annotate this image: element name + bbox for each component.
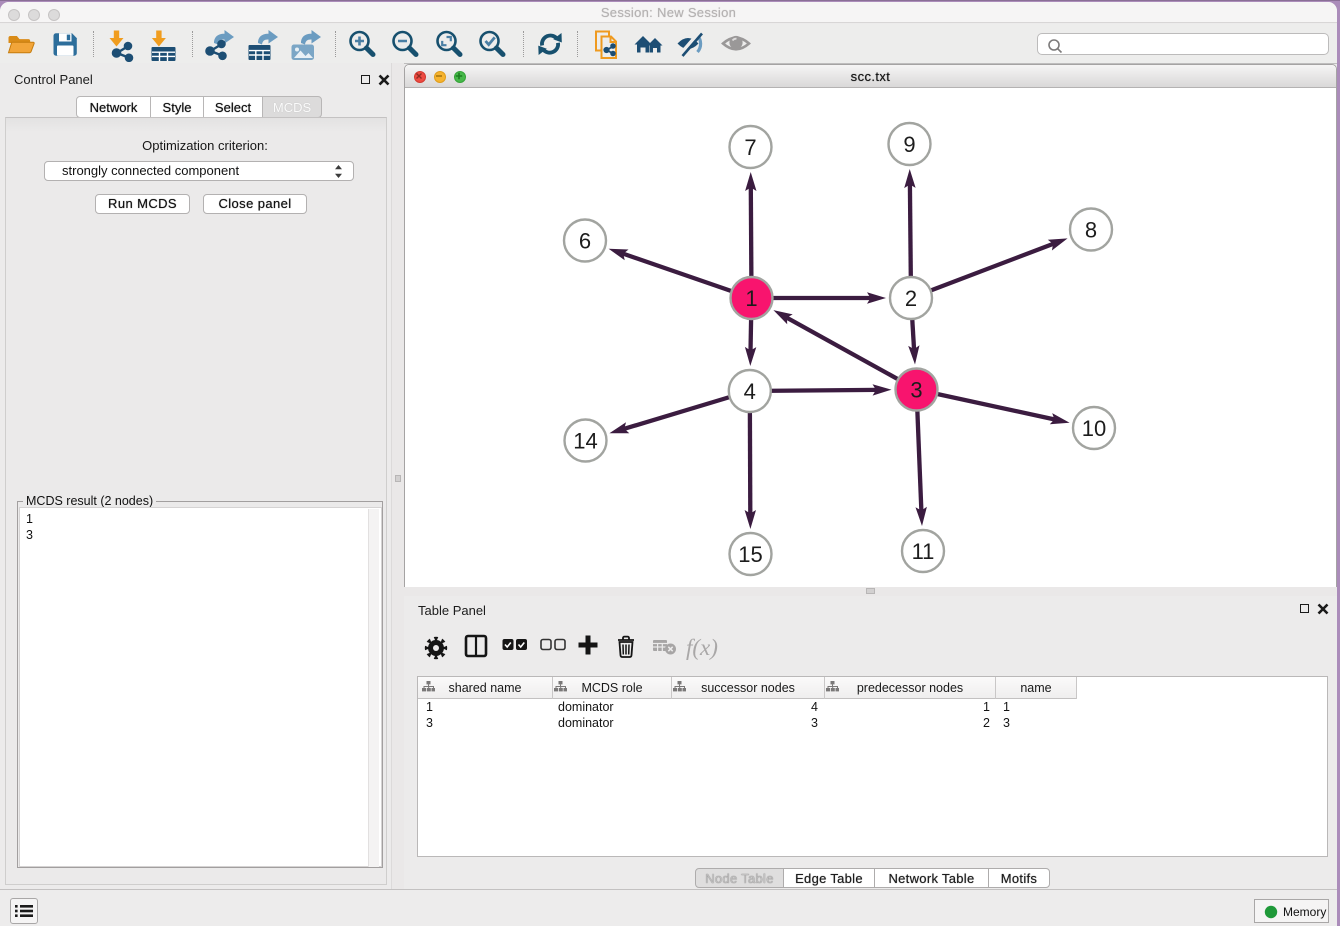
svg-text:14: 14 — [573, 429, 597, 454]
svg-text:15: 15 — [738, 542, 762, 567]
svg-text:9: 9 — [903, 132, 915, 157]
svg-text:8: 8 — [1085, 218, 1097, 243]
svg-text:2: 2 — [905, 286, 917, 311]
svg-text:11: 11 — [912, 539, 935, 564]
svg-text:7: 7 — [744, 135, 756, 160]
svg-text:4: 4 — [744, 379, 756, 404]
svg-text:6: 6 — [579, 229, 591, 254]
svg-text:10: 10 — [1082, 416, 1106, 441]
svg-text:3: 3 — [910, 378, 922, 403]
svg-text:1: 1 — [745, 286, 757, 311]
